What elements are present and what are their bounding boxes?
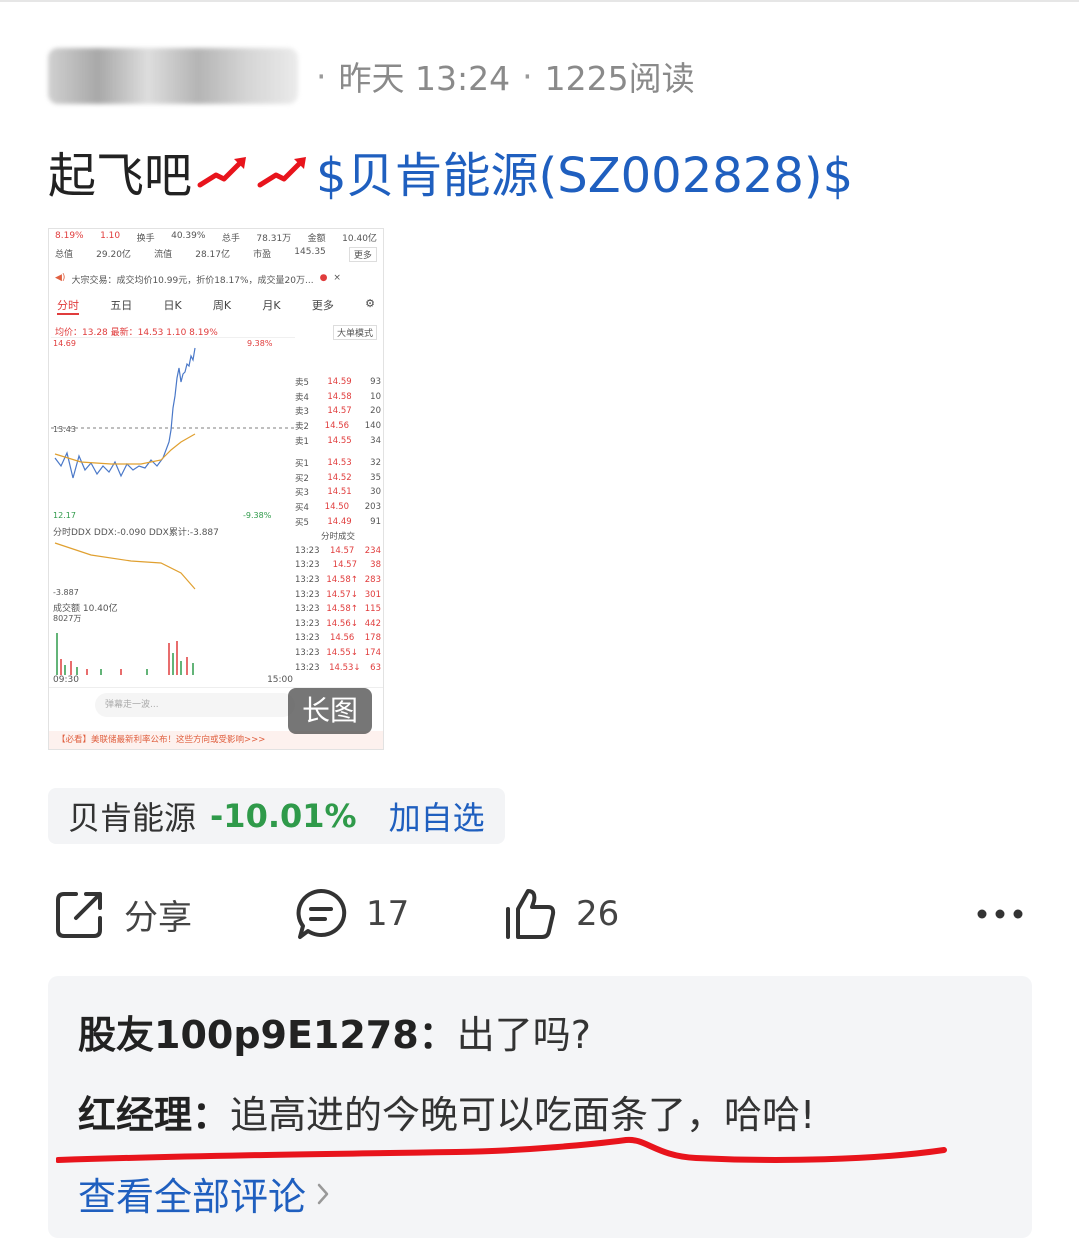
comment-item[interactable]: 股友100p9E1278：出了吗?: [78, 1004, 591, 1059]
comment-button[interactable]: 17: [294, 882, 409, 946]
post-time: 昨天 13:24: [338, 59, 511, 98]
comment-body: 追高进的今晚可以吃面条了，哈哈!: [230, 1093, 816, 1137]
thumbs-up-icon: [506, 889, 556, 939]
long-image-badge: 长图: [288, 688, 372, 734]
thumb-intraday-chart: 14.69 9.38% 13.43 12.17 -9.38%: [51, 337, 295, 520]
thumb-notice: ◀) 大宗交易：成交均价10.99元，折价18.17%，成交量20万... ● …: [55, 273, 341, 286]
chart-increasing-icon: [197, 157, 247, 188]
stock-name: 贝肯能源: [68, 799, 197, 837]
action-bar: 分享 17 26: [48, 882, 1032, 946]
svg-text:-3.887: -3.887: [53, 588, 79, 597]
blurred-author[interactable]: [48, 48, 298, 104]
post-read-count: 1225阅读: [544, 59, 695, 98]
share-button[interactable]: 分享: [54, 882, 192, 946]
stock-link[interactable]: $贝肯能源(SZ002828)$: [316, 136, 853, 206]
post-text-prefix: 起飞吧: [48, 148, 193, 204]
intraday-chart-svg: 14.69 9.38% 13.43 12.17 -9.38%: [51, 339, 295, 520]
thumb-time-axis: 09:30 15:00: [53, 675, 293, 685]
comment-user[interactable]: 股友100p9E1278：: [78, 1013, 457, 1057]
thumb-quote-row-1: 8.19% 1.10 换手 40.39% 总手 78.31万 金额 10.40亿: [55, 231, 377, 244]
speaker-icon: ◀): [55, 273, 66, 283]
more-button[interactable]: [976, 882, 1024, 946]
close-icon: ×: [333, 273, 341, 283]
chart-low-label: 12.17: [53, 511, 76, 520]
chart-low-pct: -9.38%: [243, 511, 272, 520]
thumb-orderbook: 卖5 14.59 93 卖4 14.58 10 卖3 14.57 20 卖2 14.56 140…: [295, 377, 381, 673]
ddx-chart-svg: -3.887: [53, 542, 196, 597]
chevron-right-icon: [317, 1183, 329, 1204]
gear-icon: ⚙: [365, 297, 375, 310]
chart-high-label: 14.69: [53, 339, 76, 348]
comments-box: 股友100p9E1278：出了吗? 红经理：追高进的今晚可以吃面条了，哈哈! 查…: [48, 976, 1032, 1238]
top-divider: [0, 0, 1079, 2]
comment-user[interactable]: 红经理：: [78, 1093, 230, 1137]
stock-chip[interactable]: 贝肯能源 -10.01% 加自选: [48, 788, 505, 844]
volume-chart-svg: 8027万: [53, 614, 194, 675]
add-watchlist-button[interactable]: 加自选: [389, 793, 485, 839]
share-label: 分享: [124, 897, 192, 938]
post-header: · 昨天 13:24 · 1225阅读: [48, 46, 695, 106]
chart-high-pct: 9.38%: [247, 339, 273, 348]
comment-icon: [296, 888, 347, 939]
stock-change: -10.01%: [210, 797, 357, 835]
chart-increasing-icon: [257, 157, 307, 188]
share-icon: [56, 892, 102, 938]
chart-mid-label: 13.43: [53, 425, 76, 434]
thumb-quote-row-2: 总值 29.20亿 流值 28.17亿 市盈 145.35 更多: [55, 247, 377, 262]
like-count: 26: [576, 894, 620, 934]
thumb-tabs: 分时 五日 日K 周K 月K 更多 ⚙: [57, 297, 375, 315]
like-button[interactable]: 26: [504, 882, 619, 946]
view-all-comments-link[interactable]: 查看全部评论: [78, 1166, 330, 1221]
post-meta: · 昨天 13:24 · 1225阅读: [316, 52, 695, 100]
svg-text:8027万: 8027万: [53, 614, 81, 623]
comment-body: 出了吗?: [456, 1013, 591, 1057]
more-icon: [977, 909, 1023, 919]
comment-count: 17: [366, 894, 410, 934]
post-image[interactable]: 8.19% 1.10 换手 40.39% 总手 78.31万 金额 10.40亿…: [48, 228, 384, 750]
post-text: 起飞吧 $贝肯能源(SZ002828)$: [48, 136, 853, 206]
comment-item[interactable]: 红经理：追高进的今晚可以吃面条了，哈哈!: [78, 1084, 815, 1139]
thumb-danmu-input: 弹幕走一波...: [95, 693, 295, 717]
